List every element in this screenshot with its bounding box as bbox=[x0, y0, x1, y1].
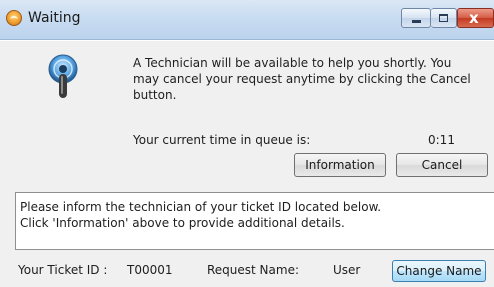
message-line: button. bbox=[133, 88, 177, 102]
window-title: Waiting bbox=[28, 10, 81, 26]
maximize-icon bbox=[439, 14, 448, 22]
notice-line: Click 'Information' above to provide add… bbox=[20, 216, 345, 230]
request-name-value: User bbox=[333, 263, 361, 277]
cancel-button[interactable]: Cancel bbox=[396, 153, 488, 177]
message-line: A Technician will be available to help y… bbox=[133, 56, 452, 70]
close-icon: x bbox=[469, 9, 479, 27]
maximize-button[interactable] bbox=[431, 8, 457, 28]
ticket-id-label: Your Ticket ID : bbox=[18, 263, 108, 277]
change-name-button[interactable]: Change Name bbox=[392, 260, 486, 282]
request-name-label: Request Name: bbox=[207, 263, 300, 277]
queue-time-value: 0:11 bbox=[428, 133, 455, 147]
notice-line: Please inform the technician of your tic… bbox=[20, 200, 382, 214]
title-bar[interactable]: Waiting x bbox=[0, 0, 494, 40]
information-button[interactable]: Information bbox=[294, 153, 386, 177]
help-lifebuoy-icon bbox=[6, 10, 22, 26]
wait-message: A Technician will be available to help y… bbox=[133, 55, 493, 103]
minimize-icon bbox=[412, 20, 421, 23]
minimize-button[interactable] bbox=[401, 8, 431, 28]
message-line: may cancel your request anytime by click… bbox=[133, 72, 471, 86]
queue-time-label: Your current time in queue is: bbox=[133, 133, 311, 147]
ticket-notice-box: Please inform the technician of your tic… bbox=[15, 192, 494, 250]
close-button[interactable]: x bbox=[457, 8, 494, 28]
ticket-id-value: T00001 bbox=[127, 263, 173, 277]
waiting-signal-icon bbox=[48, 54, 78, 98]
